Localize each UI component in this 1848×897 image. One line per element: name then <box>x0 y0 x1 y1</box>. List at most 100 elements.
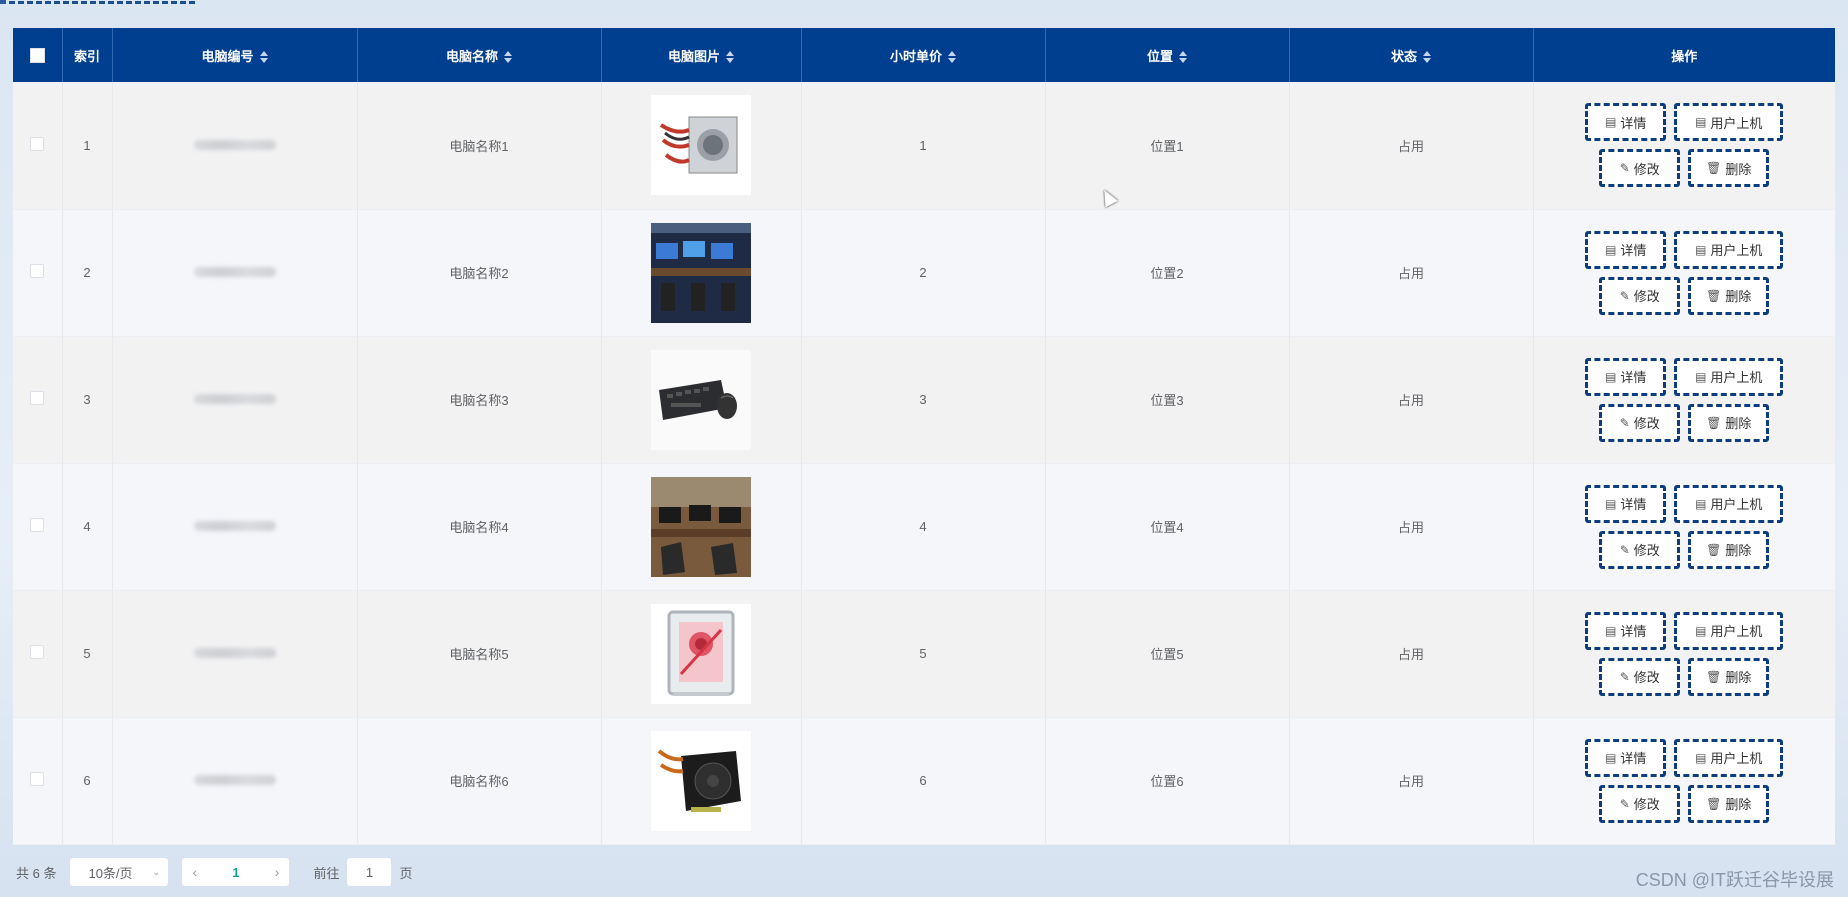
select-all-header[interactable] <box>13 28 63 82</box>
edit-button[interactable]: ✎ 修改 <box>1599 276 1681 315</box>
page-size-select[interactable]: 10条/页 ⌄ <box>70 858 169 886</box>
delete-button[interactable]: 🗑 删除 <box>1688 657 1770 696</box>
user-login-button[interactable]: ▤ 用户上机 <box>1674 484 1784 523</box>
table-row: 3 电脑名称3 3 位置3 占用 ▤ 详情 ▤ 用户上机 ✎ 修改 🗑 删除 <box>13 336 1835 464</box>
sort-icon[interactable] <box>1423 51 1431 64</box>
row-select-cell[interactable] <box>13 82 63 210</box>
sort-icon[interactable] <box>948 51 956 64</box>
current-page-number[interactable]: 1 <box>232 865 239 880</box>
detail-label: 详情 <box>1620 243 1647 258</box>
edit-icon: ✎ <box>1619 542 1630 557</box>
delete-button[interactable]: 🗑 删除 <box>1688 276 1770 315</box>
row-checkbox[interactable] <box>30 772 45 786</box>
sort-icon[interactable] <box>1179 51 1187 64</box>
sort-icon[interactable] <box>726 51 734 64</box>
detail-label: 详情 <box>1620 115 1647 131</box>
row-pc-image <box>601 590 802 718</box>
sort-icon[interactable] <box>259 51 268 64</box>
row-checkbox[interactable] <box>30 518 45 532</box>
detail-button[interactable]: ▤ 详情 <box>1585 103 1667 142</box>
pc-thumbnail[interactable] <box>651 476 751 577</box>
row-actions: ▤ 详情 ▤ 用户上机 ✎ 修改 🗑 删除 <box>1533 717 1835 845</box>
user-login-label: 用户上机 <box>1710 751 1763 766</box>
document-icon: ▤ <box>1695 623 1707 638</box>
detail-button[interactable]: ▤ 详情 <box>1585 611 1667 650</box>
row-select-cell[interactable] <box>13 209 63 337</box>
blurred-code <box>193 521 276 531</box>
blurred-code <box>193 139 276 150</box>
document-icon: ▤ <box>1695 115 1707 130</box>
user-login-label: 用户上机 <box>1710 370 1763 385</box>
user-login-button[interactable]: ▤ 用户上机 <box>1674 103 1784 142</box>
delete-label: 删除 <box>1725 289 1752 304</box>
document-icon: ▤ <box>1605 115 1617 130</box>
row-hourly-price: 6 <box>801 717 1046 845</box>
delete-button[interactable]: 🗑 删除 <box>1688 149 1770 188</box>
delete-button[interactable]: 🗑 删除 <box>1688 530 1770 569</box>
row-actions: ▤ 详情 ▤ 用户上机 ✎ 修改 🗑 删除 <box>1533 336 1835 464</box>
next-page-icon[interactable]: › <box>275 864 280 880</box>
row-status: 占用 <box>1289 463 1534 591</box>
edit-button[interactable]: ✎ 修改 <box>1599 149 1681 188</box>
row-index: 1 <box>62 82 113 210</box>
pc-thumbnail[interactable] <box>651 603 751 704</box>
detail-button[interactable]: ▤ 详情 <box>1585 230 1667 269</box>
header-pc-code[interactable]: 电脑编号 <box>112 28 358 82</box>
header-status[interactable]: 状态 <box>1289 28 1534 82</box>
document-icon: ▤ <box>1695 750 1707 765</box>
row-select-cell[interactable] <box>13 717 63 845</box>
edit-button[interactable]: ✎ 修改 <box>1599 657 1681 696</box>
edit-icon: ✎ <box>1619 161 1630 176</box>
delete-button[interactable]: 🗑 删除 <box>1688 784 1770 823</box>
row-checkbox[interactable] <box>30 136 45 151</box>
row-pc-name: 电脑名称1 <box>357 82 602 210</box>
document-icon: ▤ <box>1695 496 1707 511</box>
row-location: 位置1 <box>1045 82 1290 210</box>
user-login-button[interactable]: ▤ 用户上机 <box>1674 738 1784 777</box>
row-checkbox[interactable] <box>30 391 45 405</box>
row-hourly-price: 1 <box>801 82 1046 210</box>
header-location[interactable]: 位置 <box>1045 28 1290 82</box>
row-pc-code <box>112 590 358 718</box>
edit-button[interactable]: ✎ 修改 <box>1599 530 1681 569</box>
document-icon: ▤ <box>1605 623 1617 638</box>
pc-thumbnail[interactable] <box>651 349 751 450</box>
row-status: 占用 <box>1289 590 1534 718</box>
document-icon: ▤ <box>1605 369 1617 384</box>
sort-icon[interactable] <box>504 51 512 64</box>
delete-button[interactable]: 🗑 删除 <box>1688 403 1770 442</box>
edit-button[interactable]: ✎ 修改 <box>1599 784 1681 823</box>
user-login-button[interactable]: ▤ 用户上机 <box>1674 611 1784 650</box>
row-checkbox[interactable] <box>30 264 45 278</box>
delete-label: 删除 <box>1725 797 1752 812</box>
detail-button[interactable]: ▤ 详情 <box>1585 357 1667 396</box>
row-select-cell[interactable] <box>13 336 63 464</box>
goto-label: 前往 <box>313 865 340 881</box>
pc-thumbnail[interactable] <box>651 730 751 831</box>
prev-page-icon[interactable]: ‹ <box>192 864 197 880</box>
trash-icon: 🗑 <box>1706 415 1722 430</box>
header-pc-image[interactable]: 电脑图片 <box>601 28 802 82</box>
table-row: 2 电脑名称2 2 位置2 占用 ▤ 详情 ▤ 用户上机 ✎ 修改 🗑 删除 <box>13 209 1835 337</box>
pc-thumbnail[interactable] <box>651 95 751 196</box>
detail-button[interactable]: ▤ 详情 <box>1585 738 1667 777</box>
row-checkbox[interactable] <box>30 645 45 659</box>
pagination-total: 共 6 条 <box>16 865 57 881</box>
edit-label: 修改 <box>1633 670 1660 685</box>
row-select-cell[interactable] <box>13 463 63 591</box>
row-index: 5 <box>62 590 113 718</box>
select-all-checkbox[interactable] <box>29 48 45 64</box>
row-status: 占用 <box>1289 336 1534 464</box>
user-login-button[interactable]: ▤ 用户上机 <box>1674 230 1784 269</box>
header-pc-name[interactable]: 电脑名称 <box>357 28 602 82</box>
header-pc-image-label: 电脑图片 <box>667 48 720 64</box>
row-location: 位置2 <box>1045 209 1290 337</box>
user-login-button[interactable]: ▤ 用户上机 <box>1674 357 1784 396</box>
pc-thumbnail[interactable] <box>651 222 751 323</box>
edit-button[interactable]: ✎ 修改 <box>1599 403 1681 442</box>
detail-button[interactable]: ▤ 详情 <box>1585 484 1667 523</box>
header-hourly-price[interactable]: 小时单价 <box>801 28 1046 82</box>
row-pc-name: 电脑名称2 <box>357 209 602 337</box>
row-select-cell[interactable] <box>13 590 63 718</box>
goto-page-input[interactable]: 1 <box>347 858 392 886</box>
